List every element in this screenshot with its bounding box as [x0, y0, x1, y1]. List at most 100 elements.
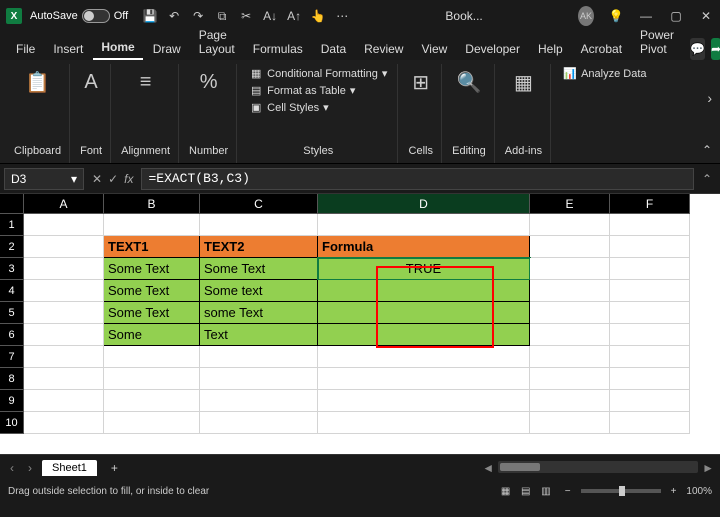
formula-bar[interactable]: =EXACT(B3,C3) — [141, 168, 693, 190]
tab-draw[interactable]: Draw — [145, 38, 189, 60]
cell[interactable] — [530, 390, 610, 412]
cell-b6[interactable]: Some — [104, 324, 200, 346]
cell[interactable] — [610, 390, 690, 412]
cell-styles-button[interactable]: ▣Cell Styles ▾ — [247, 100, 389, 115]
cell[interactable] — [318, 214, 530, 236]
paste-button[interactable]: 📋 — [21, 66, 54, 98]
cell-b5[interactable]: Some Text — [104, 302, 200, 324]
cell[interactable] — [610, 236, 690, 258]
cell[interactable] — [610, 368, 690, 390]
cell-c4[interactable]: Some text — [200, 280, 318, 302]
toggle-switch[interactable] — [82, 9, 110, 23]
sort-desc-icon[interactable]: A↑ — [286, 9, 302, 24]
cell[interactable] — [24, 236, 104, 258]
cell[interactable] — [530, 346, 610, 368]
cell[interactable] — [104, 214, 200, 236]
cell[interactable] — [200, 214, 318, 236]
name-box[interactable]: D3▾ — [4, 168, 84, 190]
tab-file[interactable]: File — [8, 38, 43, 60]
cell[interactable] — [610, 412, 690, 434]
cell[interactable] — [104, 346, 200, 368]
cell[interactable] — [24, 368, 104, 390]
col-header-b[interactable]: B — [104, 194, 200, 214]
row-header-5[interactable]: 5 — [0, 302, 24, 324]
page-break-view-icon[interactable]: ▥ — [537, 486, 554, 497]
cell[interactable] — [610, 214, 690, 236]
cell[interactable] — [24, 346, 104, 368]
cell[interactable] — [610, 280, 690, 302]
cell[interactable] — [24, 258, 104, 280]
col-header-a[interactable]: A — [24, 194, 104, 214]
cell[interactable] — [530, 214, 610, 236]
cells-button[interactable]: ⊞ — [408, 66, 433, 98]
col-header-c[interactable]: C — [200, 194, 318, 214]
lightbulb-icon[interactable]: 💡 — [608, 9, 624, 23]
cell[interactable] — [200, 368, 318, 390]
sort-asc-icon[interactable]: A↓ — [262, 9, 278, 24]
scroll-right-icon[interactable]: ► — [702, 461, 714, 475]
analyze-data-button[interactable]: 📊Analyze Data — [561, 66, 648, 81]
cell[interactable] — [318, 368, 530, 390]
save-icon[interactable]: 💾 — [142, 9, 158, 24]
zoom-slider[interactable] — [581, 489, 661, 493]
redo-icon[interactable]: ↷ — [190, 9, 206, 24]
tab-home[interactable]: Home — [93, 36, 142, 60]
font-button[interactable]: A — [80, 66, 101, 98]
ribbon-overflow-icon[interactable]: › — [707, 90, 712, 106]
cell-b3[interactable]: Some Text — [104, 258, 200, 280]
select-all-corner[interactable] — [0, 194, 24, 214]
row-header-2[interactable]: 2 — [0, 236, 24, 258]
cell[interactable] — [24, 302, 104, 324]
row-header-1[interactable]: 1 — [0, 214, 24, 236]
cell-c6[interactable]: Text — [200, 324, 318, 346]
maximize-icon[interactable]: ▢ — [668, 9, 684, 23]
cell[interactable] — [104, 390, 200, 412]
zoom-level[interactable]: 100% — [686, 486, 712, 497]
fx-icon[interactable]: fx — [124, 172, 133, 186]
tab-developer[interactable]: Developer — [457, 38, 528, 60]
cell-c3[interactable]: Some Text — [200, 258, 318, 280]
tab-page-layout[interactable]: Page Layout — [191, 24, 243, 60]
cell[interactable] — [24, 280, 104, 302]
row-header-8[interactable]: 8 — [0, 368, 24, 390]
tab-power-pivot[interactable]: Power Pivot — [632, 24, 682, 60]
cell[interactable] — [104, 368, 200, 390]
tab-acrobat[interactable]: Acrobat — [573, 38, 630, 60]
expand-formula-bar-icon[interactable]: ⌃ — [698, 172, 716, 186]
cell-d3[interactable]: TRUE — [318, 258, 530, 280]
tab-review[interactable]: Review — [356, 38, 411, 60]
scroll-thumb[interactable] — [500, 463, 540, 471]
alignment-button[interactable]: ≡ — [136, 66, 156, 98]
tab-formulas[interactable]: Formulas — [245, 38, 311, 60]
cell[interactable] — [610, 258, 690, 280]
col-header-d[interactable]: D — [318, 194, 530, 214]
tab-help[interactable]: Help — [530, 38, 571, 60]
row-header-9[interactable]: 9 — [0, 390, 24, 412]
tab-data[interactable]: Data — [313, 38, 354, 60]
tab-view[interactable]: View — [413, 38, 455, 60]
cancel-formula-icon[interactable]: ✕ — [92, 172, 102, 186]
cell[interactable] — [530, 236, 610, 258]
cell[interactable] — [610, 346, 690, 368]
autosave-toggle[interactable]: AutoSave Off — [30, 9, 128, 23]
sheet-tab[interactable]: Sheet1 — [42, 460, 97, 476]
cell-c2[interactable]: TEXT2 — [200, 236, 318, 258]
page-layout-view-icon[interactable]: ▤ — [517, 486, 534, 497]
cell[interactable] — [200, 390, 318, 412]
cell-d6[interactable] — [318, 324, 530, 346]
row-header-7[interactable]: 7 — [0, 346, 24, 368]
row-header-6[interactable]: 6 — [0, 324, 24, 346]
row-header-3[interactable]: 3 — [0, 258, 24, 280]
format-as-table-button[interactable]: ▤Format as Table ▾ — [247, 83, 389, 98]
scroll-left-icon[interactable]: ◄ — [482, 461, 494, 475]
cell[interactable] — [530, 324, 610, 346]
cell-b4[interactable]: Some Text — [104, 280, 200, 302]
accept-formula-icon[interactable]: ✓ — [108, 172, 118, 186]
cell-b2[interactable]: TEXT1 — [104, 236, 200, 258]
add-sheet-icon[interactable]: + — [103, 461, 126, 475]
cell[interactable] — [24, 214, 104, 236]
cell[interactable] — [610, 302, 690, 324]
cell[interactable] — [530, 412, 610, 434]
sheet-nav-next-icon[interactable]: › — [24, 461, 36, 475]
cell[interactable] — [104, 412, 200, 434]
